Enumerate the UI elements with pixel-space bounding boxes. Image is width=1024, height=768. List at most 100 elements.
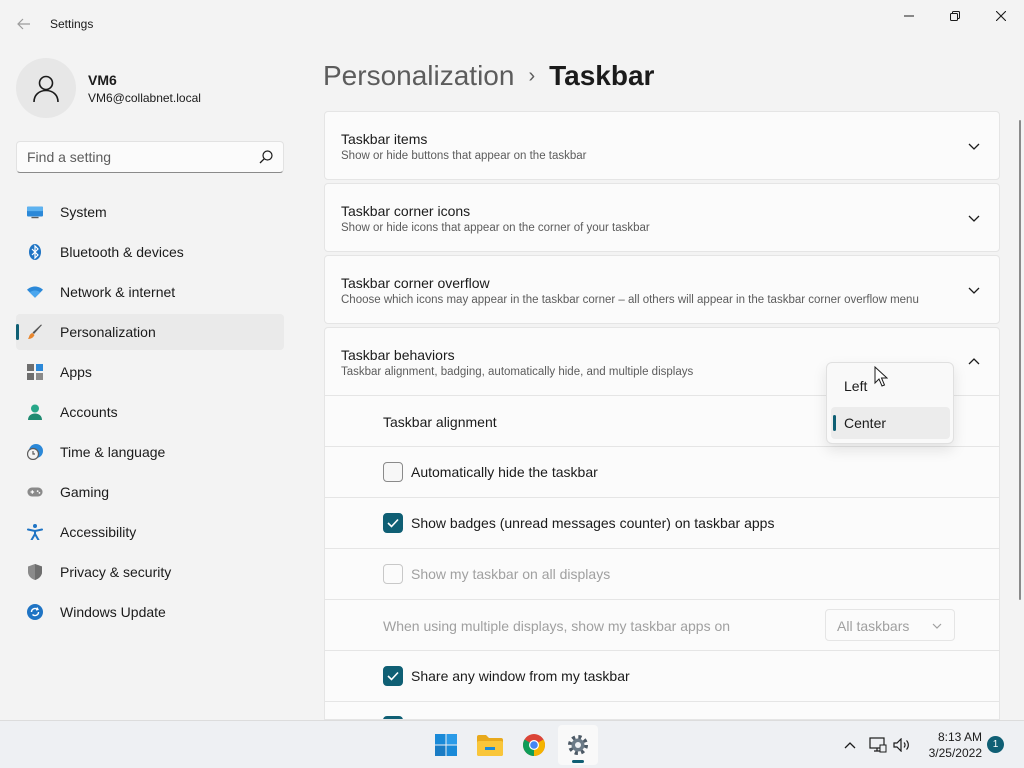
- shield-icon: [27, 564, 43, 580]
- file-explorer-button[interactable]: [470, 725, 510, 765]
- sidebar-item-personalization[interactable]: Personalization: [16, 314, 284, 350]
- minimize-icon: [904, 15, 914, 17]
- checkmark-icon: [387, 671, 399, 681]
- brush-icon: [27, 324, 43, 340]
- sidebar-item-windows-update[interactable]: Windows Update: [16, 594, 284, 630]
- chevron-up-icon: [844, 742, 856, 749]
- minimize-button[interactable]: [886, 0, 932, 32]
- chevron-down-icon: [932, 623, 942, 629]
- gamepad-icon: [27, 484, 43, 500]
- chevron-down-icon[interactable]: [967, 211, 981, 225]
- auto-hide-label: Automatically hide the taskbar: [411, 464, 598, 480]
- alignment-label: Taskbar alignment: [383, 414, 497, 430]
- multi-display-value: All taskbars: [837, 618, 910, 634]
- card-subtitle: Show or hide buttons that appear on the …: [341, 150, 587, 162]
- taskbar: [0, 720, 1024, 768]
- start-button[interactable]: [426, 725, 466, 765]
- card-subtitle: Taskbar alignment, badging, automaticall…: [341, 366, 694, 378]
- badges-checkbox[interactable]: [383, 513, 403, 533]
- sidebar-item-time-language[interactable]: Time & language: [16, 434, 284, 470]
- sidebar-item-gaming[interactable]: Gaming: [16, 474, 284, 510]
- sidebar-item-label: Gaming: [60, 484, 110, 500]
- sidebar-item-label: Time & language: [60, 444, 166, 460]
- back-arrow-icon: [17, 18, 30, 30]
- mouse-cursor-icon: [874, 366, 888, 387]
- start-icon: [435, 734, 457, 756]
- checkmark-icon: [387, 518, 399, 528]
- chrome-icon: [523, 734, 545, 756]
- multi-display-dropdown: All taskbars: [825, 609, 955, 641]
- option-label: Center: [844, 415, 887, 431]
- settings-button[interactable]: [558, 725, 598, 765]
- card-taskbar-items[interactable]: Taskbar items Show or hide buttons that …: [324, 111, 1000, 180]
- card-taskbar-corner-overflow[interactable]: Taskbar corner overflow Choose which ico…: [324, 255, 1000, 324]
- wifi-icon: [27, 284, 43, 300]
- search-icon[interactable]: [259, 150, 273, 164]
- restore-icon: [950, 11, 960, 21]
- breadcrumb-parent[interactable]: Personalization: [323, 60, 514, 91]
- alignment-option-left[interactable]: Left: [831, 370, 950, 402]
- notification-badge[interactable]: 1: [987, 736, 1004, 753]
- sidebar-item-privacy[interactable]: Privacy & security: [16, 554, 284, 590]
- refresh-icon: [27, 604, 43, 620]
- badges-label: Show badges (unread messages counter) on…: [411, 515, 775, 531]
- bluetooth-icon: [27, 244, 43, 260]
- auto-hide-checkbox[interactable]: [383, 462, 403, 482]
- sidebar-item-label: Privacy & security: [60, 564, 172, 580]
- chrome-button[interactable]: [514, 725, 554, 765]
- card-title: Taskbar items: [341, 131, 428, 147]
- all-displays-label: Show my taskbar on all displays: [411, 566, 611, 582]
- sidebar-item-accessibility[interactable]: Accessibility: [16, 514, 284, 550]
- breadcrumb-separator: ›: [528, 65, 536, 87]
- close-button[interactable]: [978, 0, 1024, 32]
- sidebar-item-apps[interactable]: Apps: [16, 354, 284, 390]
- clock-globe-icon: [27, 444, 43, 460]
- sidebar-item-label: Network & internet: [60, 284, 176, 300]
- clock-date[interactable]: 3/25/2022: [920, 746, 982, 760]
- person-icon: [27, 404, 43, 420]
- close-icon: [996, 11, 1006, 21]
- sidebar-item-system[interactable]: System: [16, 194, 284, 230]
- monitor-icon: [27, 204, 43, 220]
- title-bar: Settings: [0, 0, 1024, 48]
- row-badges[interactable]: Show badges (unread messages counter) on…: [324, 498, 1000, 549]
- network-icon: [869, 737, 887, 753]
- accessibility-icon: [27, 524, 43, 540]
- card-taskbar-corner-icons[interactable]: Taskbar corner icons Show or hide icons …: [324, 183, 1000, 252]
- multi-display-label: When using multiple displays, show my ta…: [383, 618, 731, 634]
- user-name: VM6: [88, 72, 117, 88]
- chevron-down-icon[interactable]: [967, 283, 981, 297]
- search-input[interactable]: [27, 149, 247, 165]
- user-email: VM6@collabnet.local: [88, 91, 201, 105]
- card-title: Taskbar corner overflow: [341, 275, 490, 291]
- row-share-window[interactable]: Share any window from my taskbar: [324, 651, 1000, 702]
- row-all-displays: Show my taskbar on all displays: [324, 549, 1000, 600]
- apps-icon: [27, 364, 43, 380]
- person-icon: [33, 75, 59, 103]
- network-tray-button[interactable]: [868, 735, 888, 755]
- sidebar-nav: System Bluetooth & devices Network & int…: [16, 194, 284, 634]
- search-box[interactable]: [16, 141, 284, 173]
- sidebar-item-accounts[interactable]: Accounts: [16, 394, 284, 430]
- chevron-up-icon[interactable]: [967, 355, 981, 369]
- scrollbar[interactable]: [1019, 120, 1021, 600]
- sidebar-item-label: Apps: [60, 364, 92, 380]
- settings-icon: [568, 735, 588, 755]
- row-auto-hide[interactable]: Automatically hide the taskbar: [324, 447, 1000, 498]
- share-window-checkbox[interactable]: [383, 666, 403, 686]
- sidebar-item-label: Windows Update: [60, 604, 166, 620]
- sidebar-item-bluetooth[interactable]: Bluetooth & devices: [16, 234, 284, 270]
- volume-icon: [893, 738, 909, 752]
- all-displays-checkbox: [383, 564, 403, 584]
- avatar[interactable]: [16, 58, 76, 118]
- sidebar-item-label: Accounts: [60, 404, 118, 420]
- show-hidden-icons-button[interactable]: [840, 735, 860, 755]
- card-subtitle: Show or hide icons that appear on the co…: [341, 222, 650, 234]
- sidebar-item-network[interactable]: Network & internet: [16, 274, 284, 310]
- back-button[interactable]: [12, 12, 36, 36]
- restore-button[interactable]: [932, 0, 978, 32]
- volume-tray-button[interactable]: [892, 735, 912, 755]
- clock-time[interactable]: 8:13 AM: [920, 730, 982, 744]
- chevron-down-icon[interactable]: [967, 139, 981, 153]
- alignment-option-center[interactable]: Center: [831, 407, 950, 439]
